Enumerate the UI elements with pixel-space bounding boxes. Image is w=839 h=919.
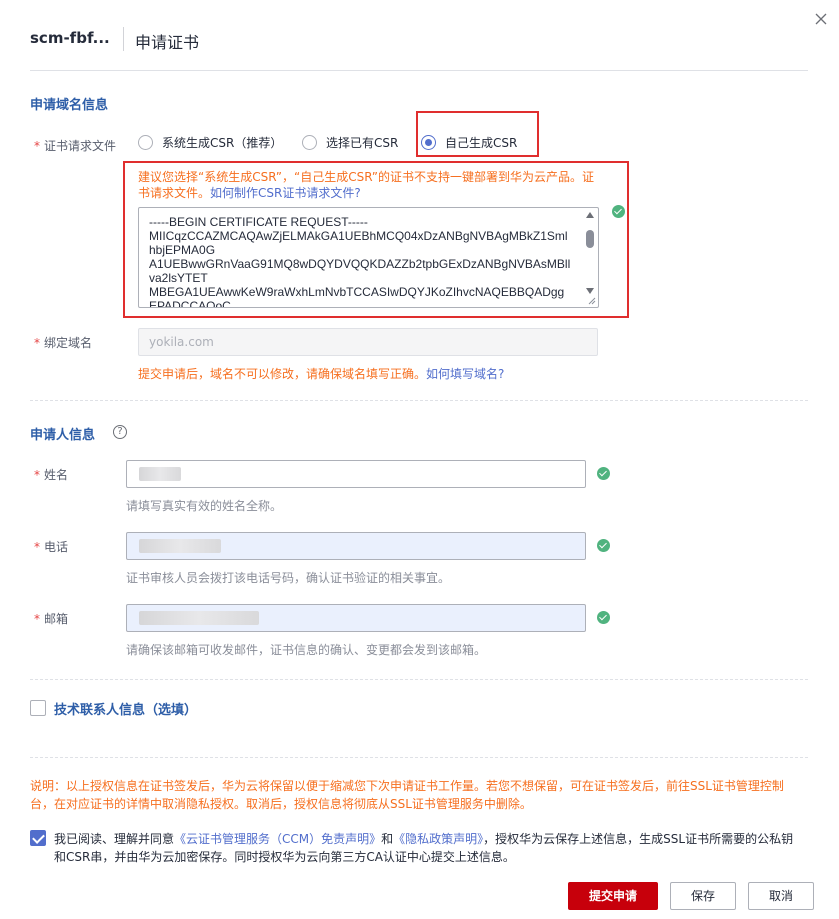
agreement-checkbox[interactable]	[30, 830, 46, 846]
redacted-value	[139, 467, 181, 481]
tech-contact-checkbox[interactable]	[30, 700, 46, 716]
phone-valid-icon	[597, 539, 610, 552]
required-mark: *	[34, 540, 40, 554]
radio-system-csr[interactable]: 系统生成CSR（推荐）	[138, 134, 282, 151]
name-field-label: * 姓名	[34, 468, 69, 482]
scroll-thumb[interactable]	[586, 230, 594, 248]
section-divider	[30, 679, 808, 680]
domain-input[interactable]: yokila.com	[138, 328, 598, 356]
required-mark: *	[34, 468, 40, 482]
redacted-value	[139, 611, 259, 625]
csr-warning: 建议您选择“系统生成CSR”，“自己生成CSR”的证书不支持一键部署到华为云产品…	[138, 170, 595, 200]
domain-hint: 提交申请后，域名不可以修改，请确保域名填写正确。如何填写域名?	[138, 367, 505, 381]
name-valid-icon	[597, 467, 610, 480]
name-hint: 请填写真实有效的姓名全称。	[126, 499, 283, 513]
header-divider	[123, 27, 124, 51]
highlight-box-radio	[416, 111, 539, 157]
agreement-text: 我已阅读、理解并同意《云证书管理服务（CCM）免责声明》和《隐私政策声明》，授权…	[54, 832, 794, 864]
section-divider	[30, 400, 808, 401]
help-icon[interactable]: ?	[113, 425, 127, 439]
csr-textarea[interactable]: -----BEGIN CERTIFICATE REQUEST----- MIIC…	[138, 207, 599, 308]
scroll-up-icon[interactable]	[586, 212, 594, 218]
privacy-note: 说明：以上授权信息在证书签发后，华为云将保留以便于缩减您下次申请证书工作量。若您…	[30, 779, 784, 811]
save-button[interactable]: 保存	[670, 882, 736, 910]
radio-existing-csr[interactable]: 选择已有CSR	[302, 134, 398, 151]
phone-input[interactable]	[126, 532, 586, 560]
email-field-label: * 邮箱	[34, 612, 69, 626]
phone-field-label: * 电话	[34, 540, 69, 554]
csr-field-label: * 证书请求文件	[34, 139, 117, 153]
required-mark: *	[34, 336, 40, 350]
required-mark: *	[34, 612, 40, 626]
email-hint: 请确保该邮箱可收发邮件，证书信息的确认、变更都会发到该邮箱。	[126, 643, 487, 657]
csr-content: -----BEGIN CERTIFICATE REQUEST----- MIIC…	[149, 215, 571, 308]
redacted-value	[139, 539, 221, 553]
csr-scrollbar[interactable]	[585, 212, 595, 304]
domain-section-title: 申请域名信息	[30, 98, 109, 113]
domain-field-label: * 绑定域名	[34, 336, 93, 350]
applicant-section-title: 申请人信息	[30, 428, 96, 443]
page-title: 申请证书	[135, 33, 200, 52]
csr-help-link[interactable]: 如何制作CSR证书请求文件?	[210, 186, 361, 200]
radio-circle-icon	[138, 135, 153, 150]
privacy-policy-link[interactable]: 《隐私政策声明》	[393, 832, 483, 846]
csr-valid-icon	[612, 205, 625, 218]
resize-handle-icon[interactable]	[588, 297, 596, 305]
email-valid-icon	[597, 611, 610, 624]
phone-hint: 证书审核人员会拨打该电话号码，确认证书验证的相关事宜。	[126, 571, 451, 585]
submit-button[interactable]: 提交申请	[568, 882, 658, 910]
header-rule	[30, 70, 808, 71]
section-divider	[30, 757, 808, 758]
tech-contact-label[interactable]: 技术联系人信息（选填）	[54, 699, 197, 718]
email-input[interactable]	[126, 604, 586, 632]
disclaimer-link[interactable]: 《云证书管理服务（CCM）免责声明》	[174, 832, 381, 846]
certificate-name: scm-fbf...	[30, 29, 110, 47]
radio-circle-icon	[302, 135, 317, 150]
cancel-button[interactable]: 取消	[748, 882, 814, 910]
close-icon[interactable]	[810, 8, 832, 30]
domain-help-link[interactable]: 如何填写域名?	[426, 367, 504, 381]
scroll-down-icon[interactable]	[586, 288, 594, 294]
required-mark: *	[34, 139, 40, 153]
name-input[interactable]	[126, 460, 586, 488]
